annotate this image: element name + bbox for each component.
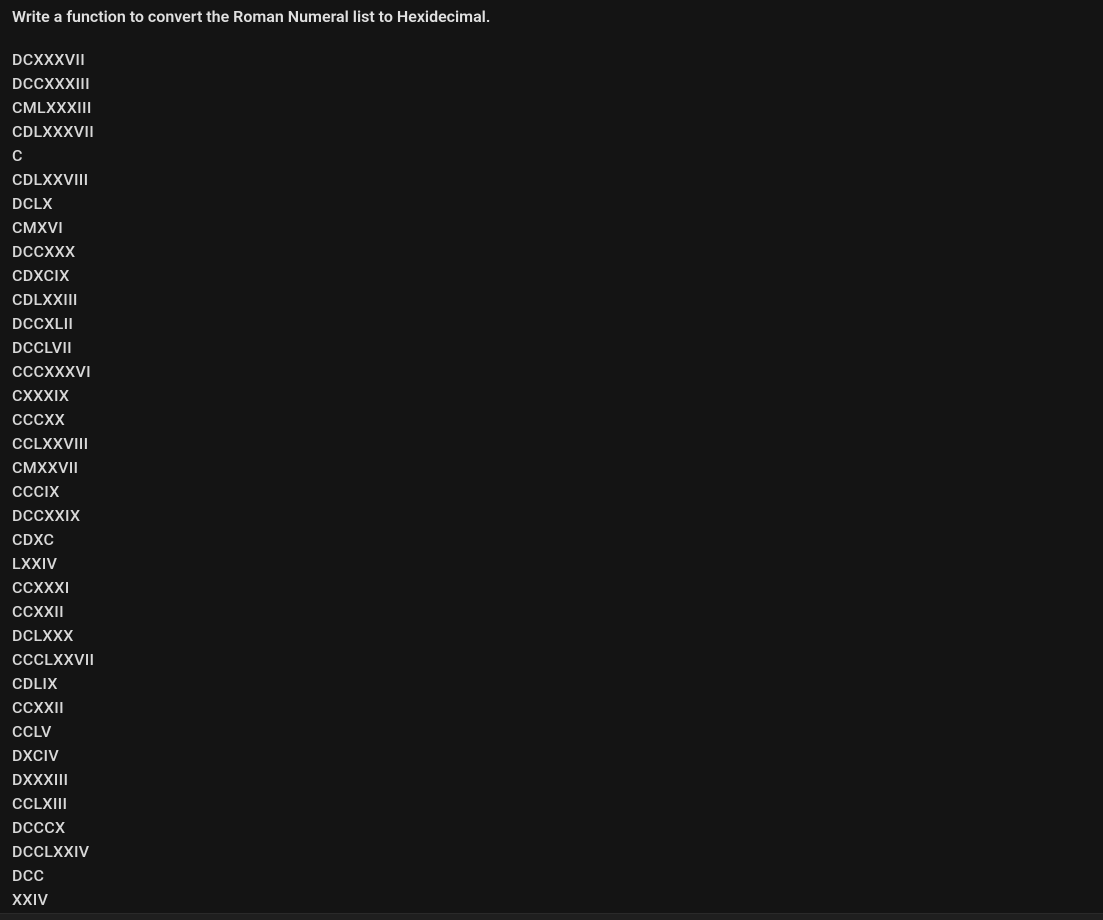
roman-numeral-item: DCCLXXIV (12, 840, 1091, 864)
roman-numeral-item: DCXXXVII (12, 48, 1091, 72)
roman-numeral-list: DCXXXVIIDCCXXXIIICMLXXXIIICDLXXXVIICCDLX… (12, 48, 1091, 913)
roman-numeral-item: CDXC (12, 528, 1091, 552)
roman-numeral-item: DCCLVII (12, 336, 1091, 360)
roman-numeral-item: CDLXXVIII (12, 168, 1091, 192)
roman-numeral-item: CCCXXXVI (12, 360, 1091, 384)
roman-numeral-item: CCXXII (12, 600, 1091, 624)
roman-numeral-item: CDLXXXVII (12, 120, 1091, 144)
document-content: Write a function to convert the Roman Nu… (0, 0, 1103, 913)
roman-numeral-item: DCCXXIX (12, 504, 1091, 528)
roman-numeral-item: DCCXXX (12, 240, 1091, 264)
roman-numeral-item: CDXCIX (12, 264, 1091, 288)
roman-numeral-item: CXXXIX (12, 384, 1091, 408)
prompt-heading: Write a function to convert the Roman Nu… (12, 6, 1091, 28)
roman-numeral-item: CCXXII (12, 696, 1091, 720)
roman-numeral-item: CCCXX (12, 408, 1091, 432)
roman-numeral-item: CMXVI (12, 216, 1091, 240)
roman-numeral-item: CDLXXIII (12, 288, 1091, 312)
roman-numeral-item: DXXXIII (12, 768, 1091, 792)
roman-numeral-item: CCCLXXVII (12, 648, 1091, 672)
roman-numeral-item: DCLX (12, 192, 1091, 216)
roman-numeral-item: C (12, 144, 1091, 168)
roman-numeral-item: DCCCX (12, 816, 1091, 840)
roman-numeral-item: CCLXIII (12, 792, 1091, 816)
roman-numeral-item: CCLXXVIII (12, 432, 1091, 456)
roman-numeral-item: CCCIX (12, 480, 1091, 504)
roman-numeral-item: CCXXXI (12, 576, 1091, 600)
roman-numeral-item: LXXIV (12, 552, 1091, 576)
roman-numeral-item: DCCXLII (12, 312, 1091, 336)
roman-numeral-item: CMXXVII (12, 456, 1091, 480)
roman-numeral-item: DXCIV (12, 744, 1091, 768)
roman-numeral-item: CDLIX (12, 672, 1091, 696)
bottom-bar (0, 913, 1103, 920)
roman-numeral-item: CCLV (12, 720, 1091, 744)
roman-numeral-item: CMLXXXIII (12, 96, 1091, 120)
roman-numeral-item: XXIV (12, 888, 1091, 912)
roman-numeral-item: DCLXXX (12, 624, 1091, 648)
roman-numeral-item: DCCXXXIII (12, 72, 1091, 96)
roman-numeral-item: DCC (12, 864, 1091, 888)
